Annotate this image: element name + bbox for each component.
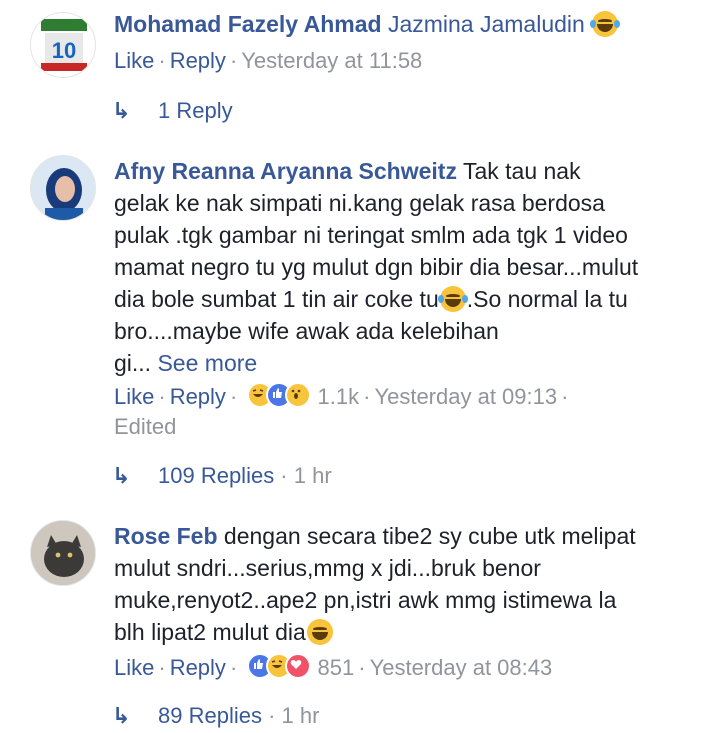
like-button[interactable]: Like [114, 48, 154, 73]
comment-body: Mohamad Fazely Ahmad Jazmina Jamaludin [114, 8, 713, 40]
replies-time: 1 hr [281, 703, 320, 728]
replies-count-link[interactable]: 1 Reply [158, 98, 233, 123]
see-more-link[interactable]: See more [157, 350, 257, 376]
grinning-emoji-icon [306, 619, 333, 645]
svg-text:10: 10 [52, 38, 76, 63]
comment-text-line: mamat negro tu yg mulut dgn bibir dia be… [114, 254, 639, 280]
laughing-emoji-icon [590, 11, 621, 37]
replies-time: 1 hr [293, 463, 332, 488]
comment-text-line: dengan secara tibe2 sy cube utk melipat [223, 523, 636, 549]
like-button[interactable]: Like [114, 384, 154, 409]
love-reaction-icon [285, 653, 312, 679]
comment-text-line: gelak ke nak simpati ni.kang gelak rasa … [114, 190, 605, 216]
edited-label[interactable]: Edited [114, 414, 176, 440]
comment-author[interactable]: Afny Reanna Aryanna Schweitz [114, 158, 457, 184]
comment-text-line: gi... [114, 350, 152, 376]
comment-author[interactable]: Mohamad Fazely Ahmad [114, 11, 382, 37]
reaction-count[interactable]: 1.1k [318, 384, 360, 409]
reaction-icons[interactable] [247, 382, 312, 410]
comment-body: Afny Reanna Aryanna Schweitz Tak tau nak… [114, 155, 713, 379]
comment-actions: Like · Reply · Yesterday at 11:58 [114, 48, 423, 73]
comment-text-line: mulut sndri...serius,mmg x jdi...bruk be… [114, 555, 541, 581]
comment-actions: Like · Reply · 1.1k · Yesterday at 09:13 · [114, 382, 569, 410]
wow-reaction-icon [285, 382, 312, 408]
replies-count-link[interactable]: 109 Replies [158, 463, 274, 488]
comment-text-line: blh lipat2 mulut dia [114, 619, 306, 645]
replies-count-link[interactable]: 89 Replies [158, 703, 262, 728]
comment-actions: Like · Reply · 851 · Yesterday at 08:43 [114, 653, 553, 681]
avatar[interactable] [30, 155, 96, 221]
like-button[interactable]: Like [114, 655, 154, 680]
reaction-count[interactable]: 851 [318, 655, 355, 680]
reply-button[interactable]: Reply [170, 48, 226, 73]
comment-text-line: pulak .tgk gambar ni teringat smlm ada t… [114, 222, 628, 248]
reply-button[interactable]: Reply [170, 384, 226, 409]
comment-text-line: muke,renyot2..ape2 pn,istri awk mmg isti… [114, 587, 617, 613]
laughing-emoji-icon [437, 286, 468, 312]
view-replies[interactable]: ↳ 109 Replies · 1 hr [112, 463, 332, 489]
avatar[interactable]: 10 [30, 12, 96, 78]
comment-timestamp[interactable]: Yesterday at 09:13 [374, 384, 557, 409]
reply-button[interactable]: Reply [170, 655, 226, 680]
reply-arrow-icon: ↳ [112, 463, 131, 488]
view-replies[interactable]: ↳ 89 Replies · 1 hr [112, 703, 319, 729]
comment-timestamp[interactable]: Yesterday at 11:58 [241, 48, 422, 73]
view-replies[interactable]: ↳ 1 Reply [112, 98, 233, 124]
comment-text-line: Tak tau nak [462, 158, 581, 184]
tagged-user[interactable]: Jazmina Jamaludin [388, 11, 585, 37]
reply-arrow-icon: ↳ [112, 98, 131, 123]
comment-text-line: .So normal la tu [466, 286, 628, 312]
reaction-icons[interactable] [247, 653, 312, 681]
avatar[interactable] [30, 520, 96, 586]
comment-author[interactable]: Rose Feb [114, 523, 218, 549]
comment-timestamp[interactable]: Yesterday at 08:43 [370, 655, 553, 680]
reply-arrow-icon: ↳ [112, 703, 131, 728]
comment-text-line: bro....maybe wife awak ada kelebihan [114, 318, 499, 344]
comment-text-line: dia bole sumbat 1 tin air coke tu [114, 286, 439, 312]
comment-body: Rose Feb dengan secara tibe2 sy cube utk… [114, 520, 713, 648]
